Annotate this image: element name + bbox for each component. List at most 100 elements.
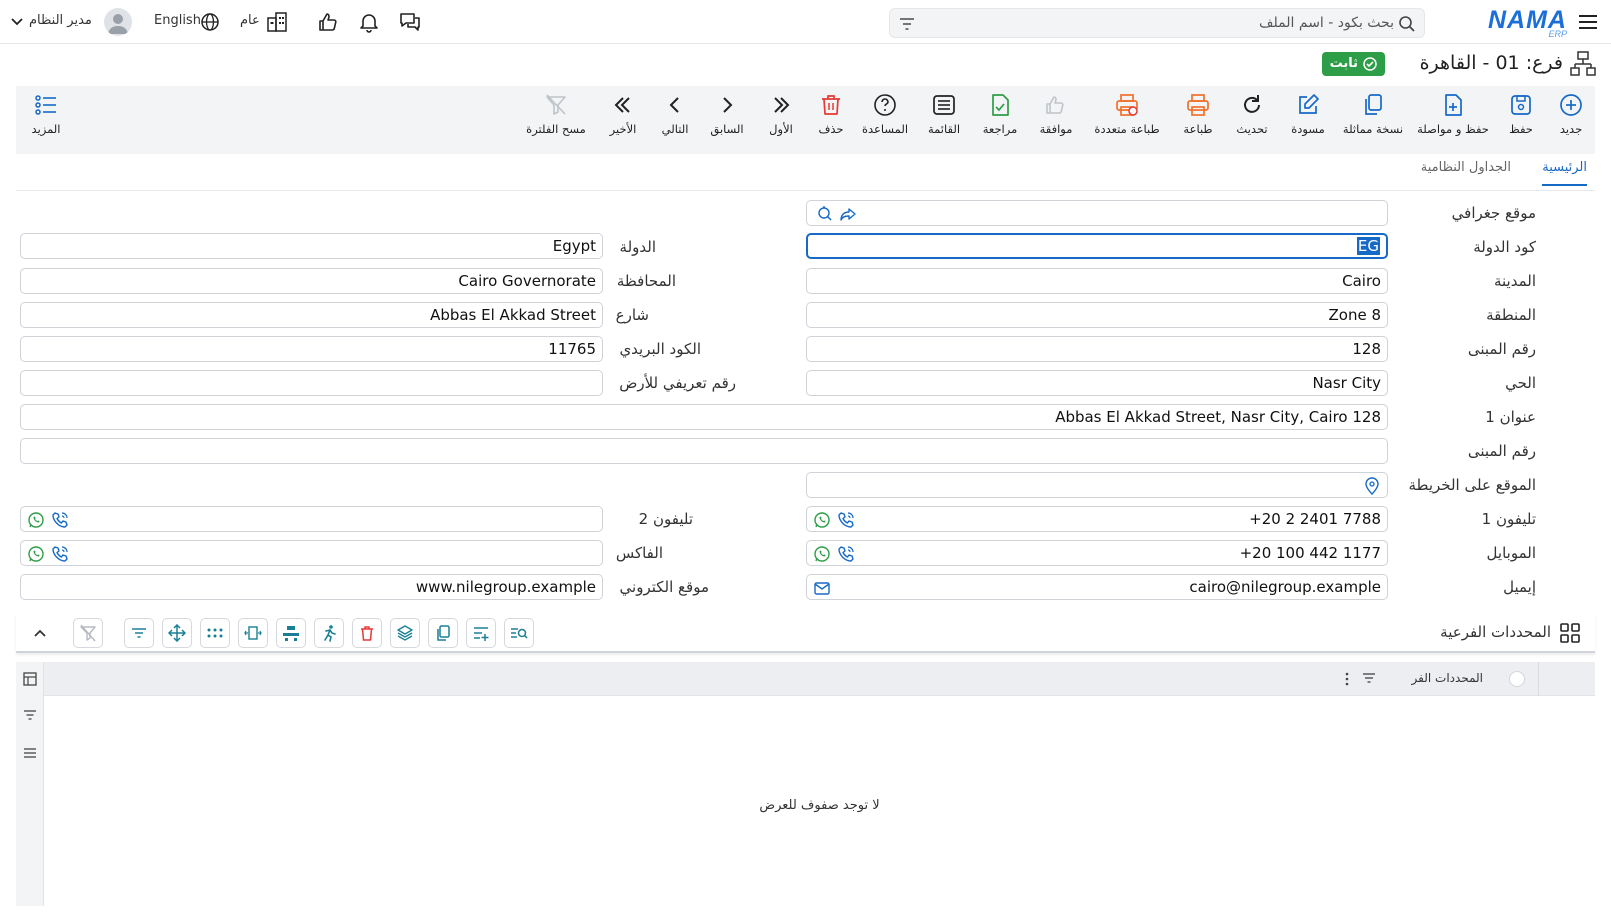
new-button[interactable]: جديد	[1547, 92, 1595, 150]
grid-dots-button[interactable]	[200, 618, 230, 648]
next-record-button[interactable]: التالي	[655, 92, 695, 150]
whatsapp-icon[interactable]	[813, 545, 831, 563]
grid-fit-columns-button[interactable]	[238, 618, 268, 648]
duplicate-button[interactable]: نسخة مماثلة	[1337, 92, 1409, 150]
grid-add-row-button[interactable]	[466, 618, 496, 648]
building-number2-field[interactable]	[20, 438, 1388, 464]
district-field[interactable]: Nasr City	[806, 370, 1388, 396]
phone-call-icon[interactable]	[837, 545, 855, 563]
website-field[interactable]: www.nilegroup.example	[20, 574, 603, 600]
save-button[interactable]: حفظ	[1497, 92, 1545, 150]
column-header-sub-dimensions[interactable]: المحددات الفر	[1412, 671, 1483, 685]
street-field[interactable]: Abbas El Akkad Street	[20, 302, 603, 328]
print-button[interactable]: طباعة	[1173, 92, 1223, 150]
filter-off-icon	[546, 94, 566, 115]
help-button[interactable]: المساعدة	[855, 92, 915, 150]
clear-filter-button[interactable]: مسح الفلترة	[523, 92, 589, 150]
save-and-continue-button[interactable]: حفظ و مواصلة	[1413, 92, 1493, 150]
filter-lines-icon[interactable]	[898, 15, 916, 33]
grid-search-button[interactable]	[504, 618, 534, 648]
scope-label[interactable]: عام	[240, 13, 260, 28]
grid-layers-button[interactable]	[390, 618, 420, 648]
multi-printer-icon	[1116, 94, 1138, 116]
logo-subtext: ERP	[1548, 29, 1567, 39]
copy-icon	[437, 625, 450, 641]
menu-lines-icon[interactable]	[23, 746, 37, 760]
previous-record-button[interactable]: السابق	[705, 92, 749, 150]
chat-icon[interactable]	[398, 10, 422, 34]
postal-code-field[interactable]: 11765	[20, 336, 603, 362]
whatsapp-icon[interactable]	[27, 545, 45, 563]
geo-location-label: موقع جغرافي	[1451, 204, 1536, 222]
save-icon	[1511, 95, 1531, 115]
delete-button[interactable]: حذف	[811, 92, 851, 150]
list-button[interactable]: القائمة	[919, 92, 969, 150]
tab-main[interactable]: الرئيسية	[1542, 160, 1587, 186]
first-record-button[interactable]: الأول	[761, 92, 801, 150]
phone-call-icon[interactable]	[51, 511, 69, 529]
phone-call-icon[interactable]	[837, 511, 855, 529]
last-record-button[interactable]: الأخير	[603, 92, 643, 150]
more-button[interactable]: المزيد	[26, 92, 66, 150]
user-name[interactable]: مدير النظام	[29, 13, 92, 28]
share-arrow-icon[interactable]	[839, 205, 857, 223]
mobile-field[interactable]: +20 100 442 1177	[806, 540, 1388, 566]
map-location-label: الموقع على الخريطة	[1408, 476, 1537, 494]
building-number-field[interactable]: 128	[806, 336, 1388, 362]
map-location-field[interactable]	[806, 472, 1388, 498]
envelope-icon[interactable]	[813, 579, 831, 597]
nama-erp-logo[interactable]: NAMA ERP	[1483, 4, 1567, 39]
thumbs-up-icon	[1046, 96, 1064, 114]
whatsapp-icon[interactable]	[813, 511, 831, 529]
grid-move-button[interactable]	[162, 618, 192, 648]
location-search-icon[interactable]	[815, 205, 833, 223]
grid-hierarchy-button[interactable]	[276, 618, 306, 648]
chevron-up-icon[interactable]	[30, 623, 50, 643]
search-input[interactable]	[954, 13, 1394, 33]
globe-icon[interactable]	[200, 12, 220, 32]
hamburger-menu-icon[interactable]	[1577, 11, 1599, 33]
select-all-checkbox[interactable]	[1509, 671, 1525, 687]
phone-call-icon[interactable]	[51, 545, 69, 563]
map-pin-icon[interactable]	[1363, 477, 1381, 495]
region-label: المنطقة	[1486, 306, 1536, 324]
chevron-right-icon	[723, 97, 733, 113]
chevron-down-icon[interactable]	[10, 15, 24, 29]
grid-copy-button[interactable]	[428, 618, 458, 648]
district-label: الحي	[1505, 374, 1536, 392]
thumbs-up-icon[interactable]	[316, 10, 340, 34]
land-id-field[interactable]	[20, 370, 603, 396]
avatar[interactable]	[104, 8, 132, 36]
column-menu-icon[interactable]	[1341, 672, 1377, 686]
region-field[interactable]: Zone 8	[806, 302, 1388, 328]
phone1-field[interactable]: +20 2 2401 7788	[806, 506, 1388, 532]
email-field[interactable]: cairo@nilegroup.example	[806, 574, 1388, 600]
draft-button[interactable]: مسودة	[1283, 92, 1333, 150]
geo-location-field[interactable]	[806, 200, 1388, 226]
land-id-label: رقم تعريفي للأرض	[619, 374, 736, 392]
phone2-field[interactable]	[20, 506, 603, 532]
address1-field[interactable]: Abbas El Akkad Street, Nasr City, Cairo …	[20, 404, 1388, 430]
grid-delete-button[interactable]	[352, 618, 382, 648]
country-code-field[interactable]: EG	[806, 233, 1388, 259]
tab-system-tables[interactable]: الجداول النظامية	[1421, 160, 1511, 186]
double-chevron-left-icon	[614, 97, 630, 113]
grid-run-button[interactable]	[314, 618, 344, 648]
fax-field[interactable]	[20, 540, 603, 566]
grid-clear-filter-button[interactable]	[73, 618, 103, 648]
approve-button[interactable]: موافقة	[1029, 92, 1083, 150]
refresh-button[interactable]: تحديث	[1227, 92, 1277, 150]
language-switch[interactable]: English	[154, 13, 201, 28]
building-icon[interactable]	[265, 10, 289, 34]
whatsapp-icon[interactable]	[27, 511, 45, 529]
country-field[interactable]: Egypt	[20, 233, 603, 259]
table-columns-icon[interactable]	[23, 672, 37, 686]
review-button[interactable]: مراجعة	[975, 92, 1025, 150]
filter-lines-icon[interactable]	[23, 708, 37, 722]
multi-print-button[interactable]: طباعة متعددة	[1087, 92, 1167, 150]
city-field[interactable]: Cairo	[806, 268, 1388, 294]
governorate-field[interactable]: Cairo Governorate	[20, 268, 603, 294]
grid-filter-button[interactable]	[124, 618, 154, 648]
bell-icon[interactable]	[357, 10, 381, 34]
search-icon[interactable]	[1398, 15, 1416, 33]
